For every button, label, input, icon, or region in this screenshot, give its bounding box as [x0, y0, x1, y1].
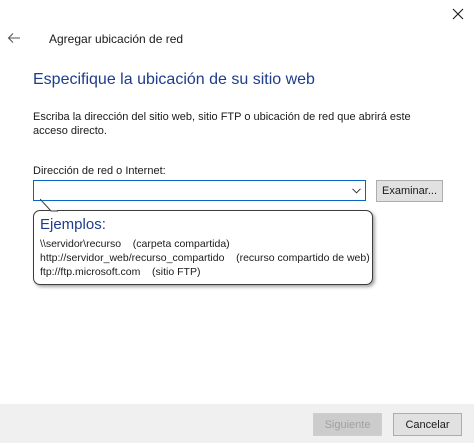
example-line-http: http://servidor_web/recurso_compartido (…	[40, 252, 370, 264]
next-button[interactable]: Siguiente	[313, 413, 382, 436]
example-line-unc: \\servidor\recurso (carpeta compartida)	[40, 238, 230, 250]
dropdown-button[interactable]	[349, 183, 363, 198]
tooltip-pointer	[40, 198, 58, 212]
chevron-down-icon	[351, 187, 361, 194]
example-line-ftp: ftp://ftp.microsoft.com (sitio FTP)	[40, 266, 201, 278]
browse-button[interactable]: Examinar...	[376, 180, 443, 202]
close-icon	[452, 8, 464, 20]
examples-title: Ejemplos:	[40, 216, 106, 233]
page-heading: Especifique la ubicación de su sitio web	[33, 71, 315, 88]
window-title: Agregar ubicación de red	[49, 32, 184, 46]
footer-bar: Siguiente Cancelar	[0, 404, 474, 443]
address-label: Dirección de red o Internet:	[33, 165, 166, 177]
address-input[interactable]	[36, 182, 340, 199]
address-combobox[interactable]	[33, 180, 366, 201]
close-button[interactable]	[442, 0, 474, 28]
back-button[interactable]	[4, 28, 24, 48]
back-arrow-icon	[7, 33, 20, 43]
instructions-text: Escriba la dirección del sitio web, siti…	[33, 111, 411, 137]
cancel-button[interactable]: Cancelar	[393, 413, 462, 436]
examples-tooltip: Ejemplos: \\servidor\recurso (carpeta co…	[33, 210, 373, 285]
